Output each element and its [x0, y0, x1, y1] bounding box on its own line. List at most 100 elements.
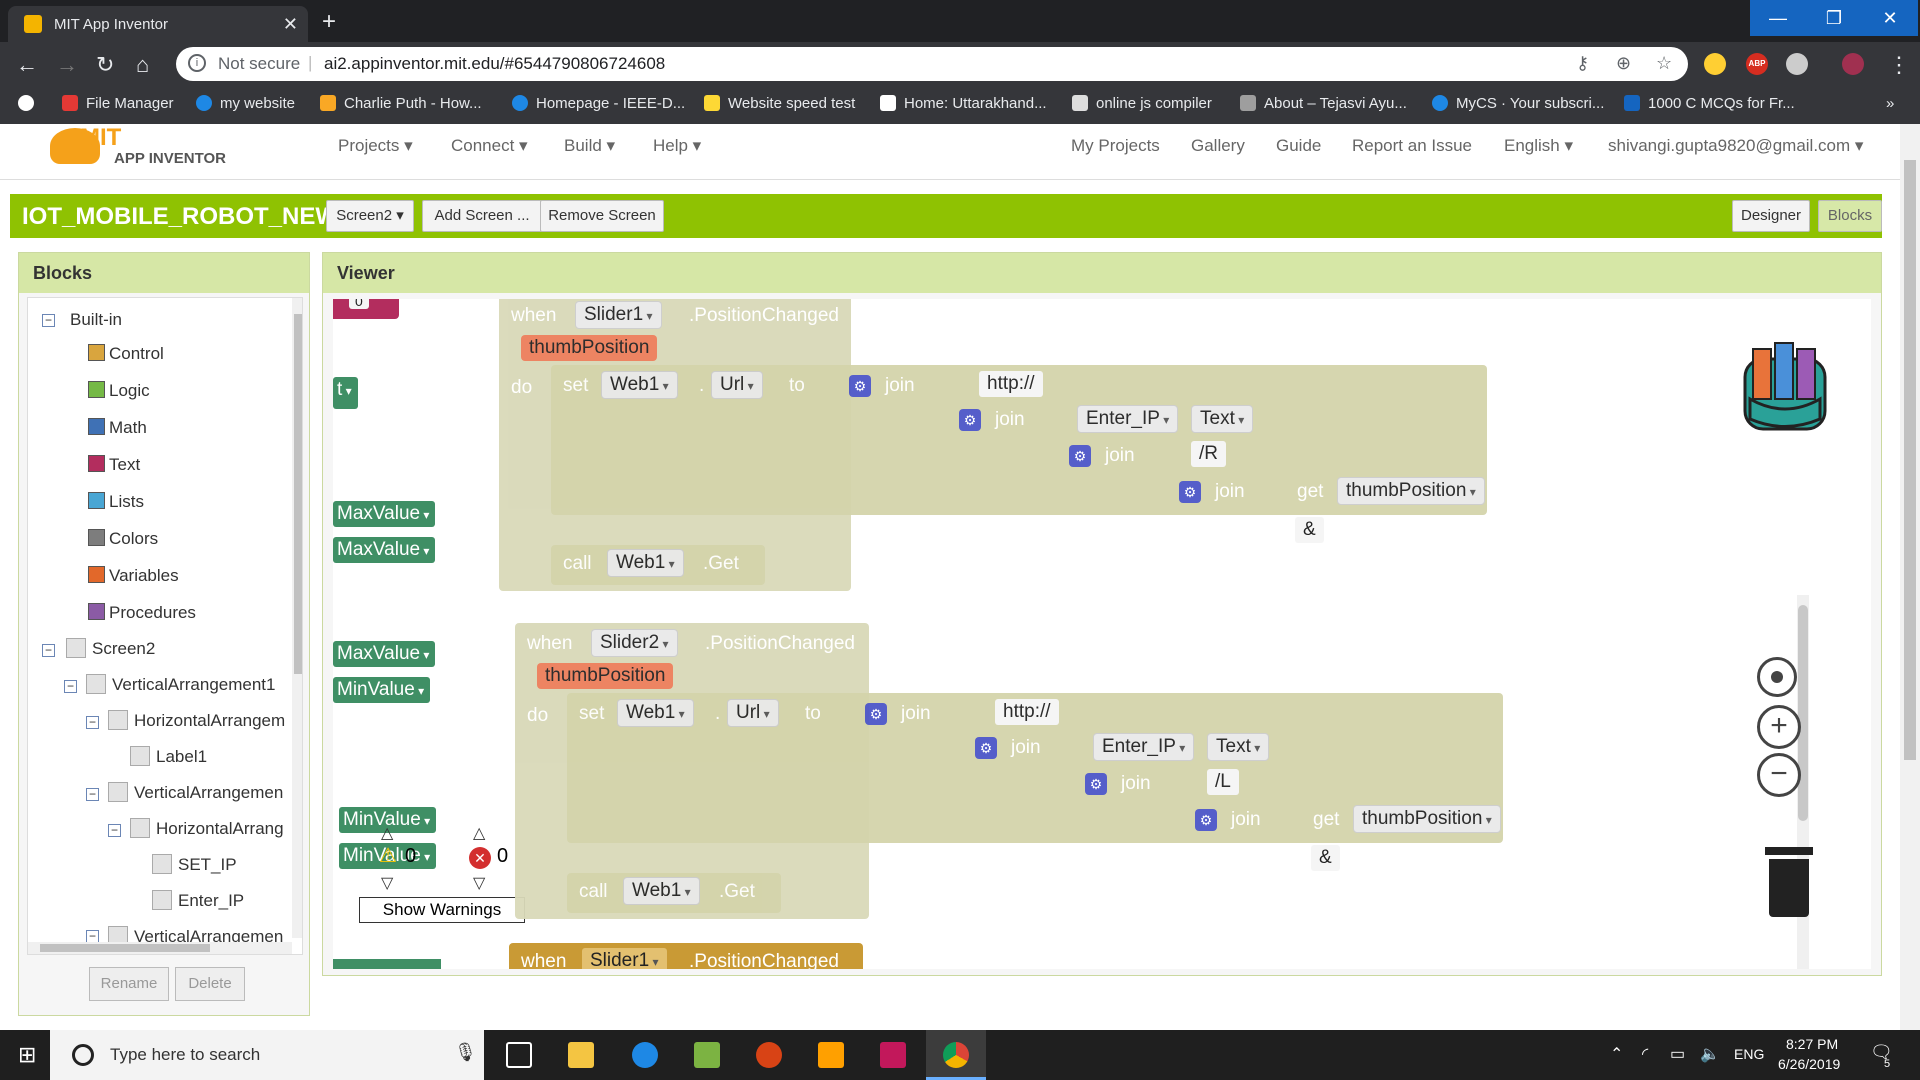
- menu-projects[interactable]: Projects ▾: [338, 136, 413, 156]
- remove-screen-button[interactable]: Remove Screen: [540, 200, 664, 232]
- collapse-icon[interactable]: −: [86, 788, 99, 801]
- bookmark-item[interactable]: online js compiler: [1072, 95, 1212, 112]
- volume-icon[interactable]: 🔈: [1700, 1044, 1720, 1064]
- app-icon[interactable]: [694, 1042, 720, 1068]
- web1-dropdown[interactable]: Web1: [607, 549, 684, 577]
- minimize-icon[interactable]: —: [1750, 0, 1806, 36]
- app-icon[interactable]: [880, 1042, 906, 1068]
- mutator-gear-icon[interactable]: ⚙: [865, 703, 887, 725]
- slider1-event-block-collapsed[interactable]: when Slider1 .PositionChanged: [509, 943, 863, 969]
- tree-item-component[interactable]: SET_IP: [152, 854, 237, 875]
- gallery-link[interactable]: Gallery: [1191, 136, 1245, 156]
- partial-component-block[interactable]: [333, 959, 441, 969]
- mutator-gear-icon[interactable]: ⚙: [975, 737, 997, 759]
- battery-icon[interactable]: ▭: [1670, 1044, 1685, 1064]
- page-scrollbar[interactable]: [1900, 124, 1920, 1030]
- restore-icon[interactable]: ❐: [1806, 0, 1862, 36]
- slider1-dropdown[interactable]: Slider1: [575, 301, 662, 329]
- bookmark-item[interactable]: File Manager: [62, 95, 174, 112]
- mutator-gear-icon[interactable]: ⚙: [849, 375, 871, 397]
- show-warnings-button[interactable]: Show Warnings: [359, 897, 525, 923]
- set-url-block[interactable]: set Web1 . Url to ⚙ join http:// ⚙ join …: [567, 693, 1503, 843]
- zoom-in-icon[interactable]: +: [1757, 705, 1801, 749]
- tree-item-text[interactable]: Text: [88, 455, 140, 475]
- tree-item-component[interactable]: VerticalArrangemen: [108, 782, 283, 803]
- trash-icon[interactable]: [1765, 847, 1813, 919]
- call-web1-get-block[interactable]: call Web1 .Get: [567, 873, 781, 913]
- bookmark-item[interactable]: Charlie Puth - How...: [320, 95, 482, 112]
- tree-item-component[interactable]: HorizontalArrangem: [108, 710, 285, 731]
- tree-item-lists[interactable]: Lists: [88, 492, 144, 512]
- tree-item-component[interactable]: Label1: [130, 746, 207, 767]
- mutator-gear-icon[interactable]: ⚙: [959, 409, 981, 431]
- menu-connect[interactable]: Connect ▾: [451, 136, 528, 156]
- zoom-icon[interactable]: ⊕: [1616, 53, 1631, 74]
- scrollbar-thumb[interactable]: [1798, 605, 1808, 821]
- bookmark-item[interactable]: MyCS · Your subscri...: [1432, 95, 1604, 112]
- error-up-arrow-icon[interactable]: △: [473, 823, 485, 843]
- tree-vertical-scrollbar[interactable]: [292, 298, 302, 938]
- thumbposition-dropdown[interactable]: thumbPosition: [1337, 477, 1485, 505]
- screen-select[interactable]: Screen2 ▾: [326, 200, 414, 232]
- slider2-dropdown[interactable]: Slider2: [591, 629, 678, 657]
- tree-item-control[interactable]: Control: [88, 344, 164, 364]
- warning-down-arrow-icon[interactable]: ▽: [381, 873, 393, 893]
- collapse-icon[interactable]: −: [42, 644, 55, 657]
- scrollbar-thumb[interactable]: [294, 314, 302, 674]
- windows-start-icon[interactable]: ⊞: [18, 1042, 36, 1068]
- show-hidden-icons-icon[interactable]: ⌃: [1610, 1044, 1623, 1064]
- mutator-gear-icon[interactable]: ⚙: [1195, 809, 1217, 831]
- more-bookmarks-icon[interactable]: »: [1886, 95, 1894, 112]
- tree-item-component[interactable]: Enter_IP: [152, 890, 244, 911]
- blocks-button[interactable]: Blocks: [1818, 200, 1882, 232]
- powerpoint-icon[interactable]: [756, 1042, 782, 1068]
- url-dropdown[interactable]: Url: [727, 699, 779, 727]
- file-explorer-icon[interactable]: [568, 1042, 594, 1068]
- mutator-gear-icon[interactable]: ⚙: [1085, 773, 1107, 795]
- zoom-out-icon[interactable]: −: [1757, 753, 1801, 797]
- guide-link[interactable]: Guide: [1276, 136, 1321, 156]
- delete-button[interactable]: Delete: [175, 967, 245, 1001]
- thumbposition-param[interactable]: thumbPosition: [537, 663, 674, 689]
- close-tab-icon[interactable]: ✕: [283, 14, 298, 35]
- string-literal[interactable]: &: [1295, 517, 1324, 543]
- close-window-icon[interactable]: ✕: [1862, 0, 1918, 36]
- string-literal[interactable]: /L: [1207, 769, 1239, 795]
- chrome-menu-icon[interactable]: ⋮: [1888, 52, 1910, 78]
- language-indicator[interactable]: ENG: [1734, 1046, 1764, 1062]
- reload-icon[interactable]: ↻: [96, 52, 114, 78]
- bookmark-item[interactable]: Website speed test: [704, 95, 855, 112]
- string-literal[interactable]: &: [1311, 845, 1340, 871]
- forward-icon[interactable]: →: [56, 52, 78, 78]
- text-prop-dropdown[interactable]: Text: [1207, 733, 1270, 761]
- bookmark-item[interactable]: Homepage - IEEE-D...: [512, 95, 685, 112]
- tree-item-procedures[interactable]: Procedures: [88, 603, 196, 623]
- collapse-icon[interactable]: −: [108, 824, 121, 837]
- chrome-taskbar-button[interactable]: [926, 1030, 986, 1080]
- warning-up-arrow-icon[interactable]: △: [381, 823, 393, 843]
- menu-build[interactable]: Build ▾: [564, 136, 615, 156]
- info-icon[interactable]: i: [188, 54, 206, 72]
- bookmark-star-icon[interactable]: ☆: [1656, 53, 1672, 74]
- designer-button[interactable]: Designer: [1732, 200, 1810, 232]
- media-icon[interactable]: [818, 1042, 844, 1068]
- tree-item-math[interactable]: Math: [88, 418, 147, 438]
- tree-item-component[interactable]: VerticalArrangement1: [86, 674, 275, 695]
- web1-dropdown[interactable]: Web1: [617, 699, 694, 727]
- address-bar[interactable]: i Not secure | ai2.appinventor.mit.edu/#…: [176, 47, 1688, 81]
- scrollbar-thumb[interactable]: [1904, 160, 1916, 760]
- bookmark-item[interactable]: 1000 C MCQs for Fr...: [1624, 95, 1795, 112]
- browser-tab[interactable]: MIT App Inventor ✕: [8, 6, 308, 42]
- language-menu[interactable]: English ▾: [1504, 136, 1573, 156]
- key-icon[interactable]: ⚷: [1576, 53, 1589, 74]
- bookmark-item[interactable]: About – Tejasvi Ayu...: [1240, 95, 1407, 112]
- thumbposition-dropdown[interactable]: thumbPosition: [1353, 805, 1501, 833]
- partial-component-block[interactable]: t: [333, 377, 358, 409]
- error-down-arrow-icon[interactable]: ▽: [473, 873, 485, 893]
- string-literal[interactable]: http://: [979, 371, 1043, 397]
- profile-avatar[interactable]: [1842, 53, 1864, 75]
- collapse-icon[interactable]: −: [64, 680, 77, 693]
- rename-button[interactable]: Rename: [89, 967, 169, 1001]
- taskbar-search[interactable]: Type here to search 🎙: [50, 1030, 484, 1080]
- minvalue-block[interactable]: MinValue: [333, 677, 431, 703]
